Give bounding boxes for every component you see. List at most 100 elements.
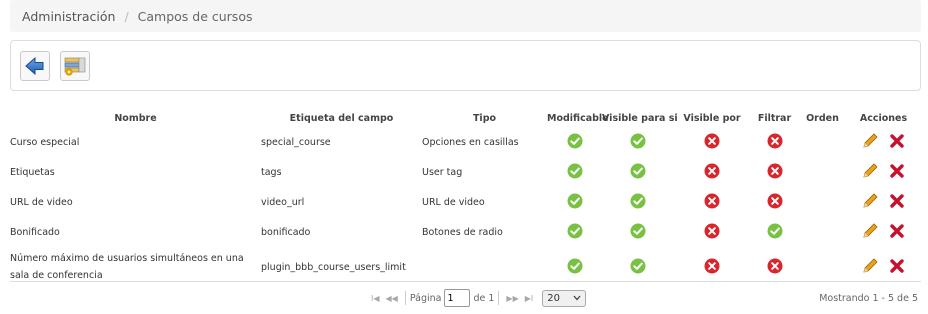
back-arrow-icon bbox=[25, 56, 44, 76]
chevron-down-icon bbox=[573, 295, 581, 301]
cell-filtrar bbox=[750, 157, 799, 187]
cell-etiqueta: tags bbox=[261, 166, 282, 178]
edit-pencil-icon[interactable] bbox=[862, 257, 879, 277]
cell-visible-por bbox=[674, 187, 750, 217]
check-icon[interactable] bbox=[567, 163, 583, 182]
toolbar bbox=[10, 40, 921, 91]
cell-acciones bbox=[846, 217, 921, 247]
page-total-label: de 1 bbox=[473, 292, 495, 304]
next-page-icon[interactable]: ▶▶ bbox=[506, 294, 518, 303]
check-icon[interactable] bbox=[630, 258, 646, 277]
table-row: Etiquetas tags User tag bbox=[10, 157, 921, 187]
error-icon[interactable] bbox=[704, 258, 720, 277]
cell-orden bbox=[799, 127, 846, 157]
column-header-modificable[interactable]: Modificable bbox=[547, 109, 609, 127]
error-icon[interactable] bbox=[767, 163, 783, 182]
rows-per-page-select[interactable]: 20 bbox=[542, 289, 587, 307]
error-icon[interactable] bbox=[767, 258, 783, 277]
last-page-icon[interactable]: ▶I bbox=[525, 294, 534, 303]
cell-filtrar bbox=[750, 127, 799, 157]
pager-separator bbox=[404, 291, 406, 305]
back-button[interactable] bbox=[20, 51, 50, 81]
delete-icon[interactable] bbox=[889, 133, 905, 152]
column-header-etiqueta[interactable]: Etiqueta del campo bbox=[261, 109, 422, 127]
delete-icon[interactable] bbox=[889, 223, 905, 242]
table-row: Bonificado bonificado Botones de radio bbox=[10, 217, 921, 247]
cell-visible-para-si bbox=[602, 127, 674, 157]
breadcrumb-root[interactable]: Administración bbox=[22, 9, 115, 24]
cell-etiqueta: bonificado bbox=[261, 226, 311, 238]
cell-acciones bbox=[846, 157, 921, 187]
cell-filtrar bbox=[750, 217, 799, 247]
pager: I◀ ◀◀ Página de 1 ▶▶ ▶I 20 bbox=[368, 288, 587, 308]
cell-modificable bbox=[547, 217, 602, 247]
column-header-orden[interactable]: Orden bbox=[799, 109, 846, 127]
cell-tipo: URL de video bbox=[422, 196, 485, 208]
table-header-row: Nombre Etiqueta del campo Tipo Modificab… bbox=[10, 109, 921, 127]
table-footer-divider bbox=[10, 281, 921, 282]
records-summary: Mostrando 1 - 5 de 5 bbox=[819, 293, 918, 304]
check-icon[interactable] bbox=[630, 223, 646, 242]
column-header-nombre[interactable]: Nombre bbox=[10, 109, 261, 127]
check-icon[interactable] bbox=[630, 133, 646, 152]
page-label: Página bbox=[409, 292, 442, 304]
cell-nombre: Etiquetas bbox=[10, 166, 55, 178]
rows-per-page-value: 20 bbox=[547, 292, 560, 304]
cell-orden bbox=[799, 157, 846, 187]
cell-visible-por bbox=[674, 157, 750, 187]
breadcrumb-current: Campos de cursos bbox=[137, 9, 253, 24]
delete-icon[interactable] bbox=[889, 258, 905, 277]
cell-nombre: Bonificado bbox=[10, 226, 60, 238]
cell-visible-por bbox=[674, 127, 750, 157]
error-icon[interactable] bbox=[704, 223, 720, 242]
cell-modificable bbox=[547, 127, 602, 157]
column-header-acciones: Acciones bbox=[859, 112, 908, 124]
cell-orden bbox=[799, 187, 846, 217]
column-header-visible-por[interactable]: Visible por bbox=[674, 109, 750, 127]
error-icon[interactable] bbox=[767, 193, 783, 212]
pager-separator bbox=[498, 291, 500, 305]
page-input[interactable] bbox=[444, 289, 471, 307]
breadcrumb: Administración / Campos de cursos bbox=[10, 0, 921, 32]
add-field-icon bbox=[64, 57, 86, 76]
edit-pencil-icon[interactable] bbox=[862, 132, 879, 152]
cell-tipo: User tag bbox=[422, 166, 463, 178]
check-icon[interactable] bbox=[567, 193, 583, 212]
table-row: Curso especial special_course Opciones en … bbox=[10, 127, 921, 157]
error-icon[interactable] bbox=[704, 193, 720, 212]
cell-nombre: URL de video bbox=[10, 196, 73, 208]
cell-tipo: Botones de radio bbox=[422, 226, 503, 238]
cell-nombre: Curso especial bbox=[10, 136, 80, 148]
check-icon[interactable] bbox=[567, 258, 583, 277]
cell-acciones bbox=[846, 127, 921, 157]
cell-visible-para-si bbox=[602, 157, 674, 187]
column-header-tipo[interactable]: Tipo bbox=[422, 109, 547, 127]
cell-visible-para-si bbox=[602, 217, 674, 247]
breadcrumb-separator: / bbox=[124, 9, 129, 24]
cell-etiqueta: special_course bbox=[261, 136, 331, 148]
cell-visible-por bbox=[674, 217, 750, 247]
error-icon[interactable] bbox=[767, 133, 783, 152]
edit-pencil-icon[interactable] bbox=[862, 162, 879, 182]
error-icon[interactable] bbox=[704, 163, 720, 182]
table-row: URL de video video_url URL de video bbox=[10, 187, 921, 217]
cell-orden bbox=[799, 217, 846, 247]
check-icon[interactable] bbox=[630, 193, 646, 212]
column-header-visible-para-si[interactable]: Visible para si bbox=[602, 109, 678, 127]
add-field-button[interactable] bbox=[60, 51, 90, 81]
error-icon[interactable] bbox=[704, 133, 720, 152]
check-icon[interactable] bbox=[767, 223, 783, 242]
delete-icon[interactable] bbox=[889, 163, 905, 182]
prev-page-icon[interactable]: ◀◀ bbox=[386, 294, 398, 303]
check-icon[interactable] bbox=[567, 223, 583, 242]
cell-etiqueta: video_url bbox=[261, 196, 305, 208]
cell-visible-para-si bbox=[602, 187, 674, 217]
check-icon[interactable] bbox=[630, 163, 646, 182]
cell-modificable bbox=[547, 187, 602, 217]
column-header-filtrar[interactable]: Filtrar bbox=[750, 109, 799, 127]
first-page-icon[interactable]: I◀ bbox=[371, 294, 380, 303]
delete-icon[interactable] bbox=[889, 193, 905, 212]
edit-pencil-icon[interactable] bbox=[862, 192, 879, 212]
check-icon[interactable] bbox=[567, 133, 583, 152]
edit-pencil-icon[interactable] bbox=[862, 222, 879, 242]
